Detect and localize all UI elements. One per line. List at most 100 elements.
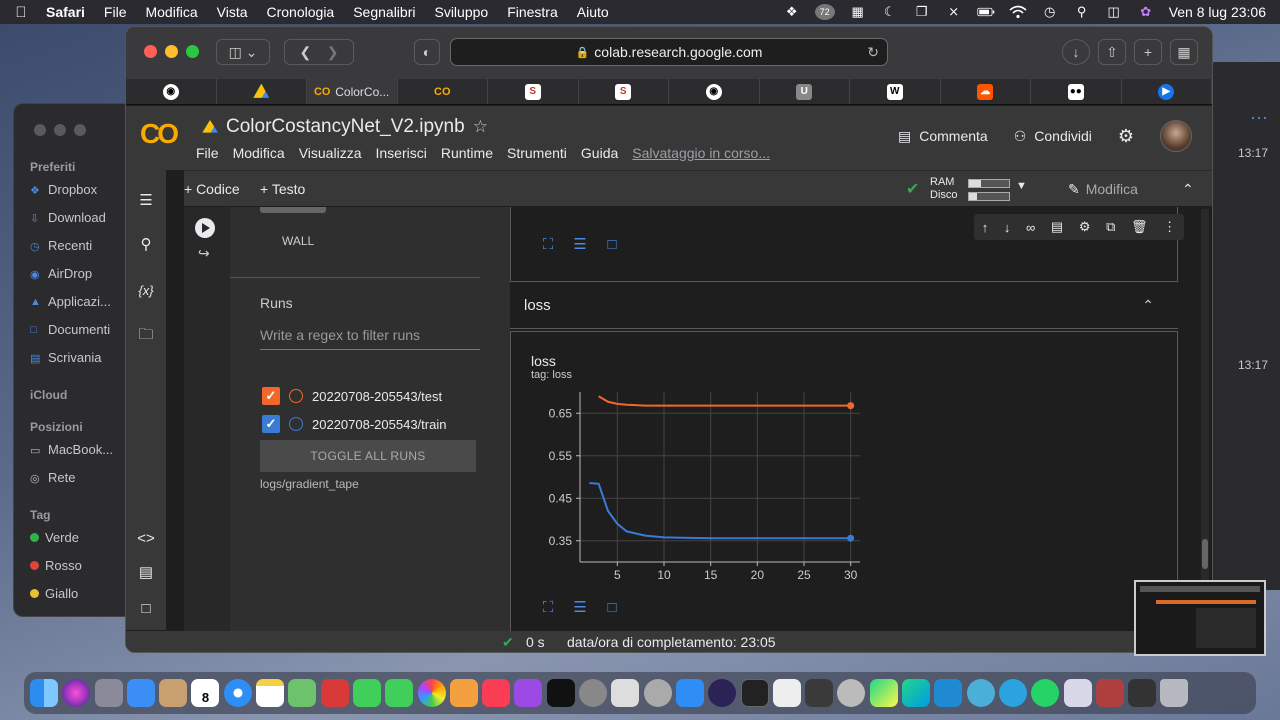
menu-segnalibri[interactable]: Segnalibri [353,4,415,20]
menubar-clock[interactable]: Ven 8 lug 23:06 [1169,4,1266,20]
table-of-contents-icon[interactable]: ☰ [136,190,156,210]
resource-labels[interactable]: RAM Disco [930,176,958,202]
tab-play[interactable]: ▶ [1122,79,1212,104]
finder-item-scrivania[interactable]: ▤ Scrivania [30,350,101,365]
siri-app-icon[interactable] [62,679,91,707]
disk-utility-app-icon[interactable] [643,679,672,707]
maps-app-icon[interactable] [288,679,317,707]
battery-icon[interactable] [977,5,995,19]
slider-track[interactable] [260,207,326,213]
chevron-up-icon[interactable]: ⌃ [1142,297,1154,314]
output-redirect-icon[interactable]: ↪ [198,245,210,262]
finder-tag-rosso[interactable]: Rosso [30,558,82,573]
sidebar-toggle-button[interactable]: ◫ ⌄ [216,39,270,65]
share-button[interactable]: ⇧ [1098,39,1126,65]
privacy-shield-button[interactable]: ◐ [414,39,440,65]
back-forward-buttons[interactable]: ❮ ❯ [284,39,354,65]
settings-gear-icon[interactable]: ⚙ [1079,219,1091,235]
finder-item-download[interactable]: ⇩ Download [30,210,106,225]
trash-icon[interactable] [1160,679,1189,707]
dropbox-icon[interactable]: ❖ [783,4,801,19]
eye-app-icon[interactable] [966,679,995,707]
zoom-button[interactable] [186,45,199,58]
caret-down-icon[interactable]: ▼ [1016,180,1027,192]
sublime-app-icon[interactable] [805,679,834,707]
tab-u[interactable]: U [760,79,850,104]
finder-app-icon[interactable] [30,679,58,707]
command-palette-icon[interactable]: ▤ [136,562,156,582]
tab-overview-button[interactable]: ▦ [1170,39,1198,65]
finder-item-macbook[interactable]: ▭ MacBook... [30,442,113,457]
ssh-app-icon[interactable] [1063,679,1092,707]
finder-item-airdrop[interactable]: ◉ AirDrop [30,266,92,281]
tab-drive[interactable] [217,79,307,104]
menu-file[interactable]: File [196,145,219,161]
menu-inserisci[interactable]: Inserisci [375,145,426,161]
pycharm-app-icon[interactable] [869,679,898,707]
tab-colab-active[interactable]: CO ColorCo... [307,79,398,104]
preview-app-icon[interactable] [611,679,640,707]
wifi-icon[interactable] [1009,5,1027,19]
spotlight-icon[interactable]: ⚲ [1073,4,1091,19]
finder-tag-verde[interactable]: Verde [30,530,79,545]
share-button[interactable]: ⚇ Condividi [1014,128,1092,145]
notes-app-icon[interactable] [256,679,285,707]
menu-app-name[interactable]: Safari [46,4,85,20]
tab-scholar[interactable]: S [488,79,579,104]
run-color-circle[interactable] [289,417,303,431]
finder-item-dropbox[interactable]: ❖ Dropbox [30,182,97,197]
scrollbar-thumb[interactable] [1202,539,1208,569]
safari-app-icon[interactable] [223,679,252,707]
menu-guida[interactable]: Guida [581,145,618,161]
music-app-icon[interactable] [482,679,511,707]
photos-app-icon[interactable] [417,679,446,707]
time-machine-icon[interactable]: ◷ [1041,4,1059,19]
scrollbar[interactable] [1201,209,1209,629]
finder-item-rete[interactable]: ◎ Rete [30,470,75,485]
tab-github[interactable]: ◉ [126,79,217,104]
pages-app-icon[interactable] [449,679,478,707]
tab-github-2[interactable]: ◉ [669,79,760,104]
recent-document-icon[interactable] [1095,679,1124,707]
contacts-app-icon[interactable] [159,679,188,707]
add-text-button[interactable]: + Testo [260,181,305,197]
finder-item-recenti[interactable]: ◷ Recenti [30,238,92,253]
menu-modifica[interactable]: Modifica [233,145,285,161]
finder-tag-giallo[interactable]: Giallo [30,586,78,601]
menu-sviluppo[interactable]: Sviluppo [434,4,488,20]
run-row-train[interactable]: ✓ 20220708-205543/train [262,415,446,433]
appletv-app-icon[interactable] [546,679,575,707]
data-table-icon[interactable]: ☰ [571,598,589,616]
checkbox-checked[interactable]: ✓ [262,415,280,433]
mail-app-icon[interactable] [126,679,155,707]
app-store-app-icon[interactable] [675,679,704,707]
mirror-cell-icon[interactable]: ⧉ [1106,219,1115,235]
loss-chart[interactable]: 5 10 15 20 25 30 0.35 0.45 0.55 0.65 [525,384,885,594]
runs-filter-input[interactable]: Write a regex to filter runs [260,327,480,350]
drive-icon[interactable] [202,120,218,133]
system-preferences-app-icon[interactable] [579,679,608,707]
fullscreen-icon[interactable]: ⛶ [539,235,557,253]
chevron-up-icon[interactable]: ⌃ [1182,181,1194,198]
menu-strumenti[interactable]: Strumenti [507,145,567,161]
trash-icon[interactable]: 🗑 [1131,219,1148,235]
chevron-left-icon[interactable]: ❮ [299,44,311,61]
loss-section-header[interactable]: loss ⌃ [510,285,1178,329]
podcasts-app-icon[interactable] [514,679,543,707]
edit-mode-button[interactable]: ✎ Modifica [1068,181,1138,198]
vscode-app-icon[interactable] [934,679,963,707]
bluetooth-icon[interactable]: ⨯ [945,4,963,19]
close-button[interactable] [144,45,157,58]
badge-icon[interactable]: 72 [814,4,835,20]
wall-option[interactable]: WALL [282,234,314,248]
fullscreen-icon[interactable]: ⛶ [539,598,557,616]
screenshot-preview-thumbnail[interactable] [1134,580,1266,656]
run-row-test[interactable]: ✓ 20220708-205543/test [262,387,442,405]
more-icon[interactable]: ⋯ [1250,108,1268,129]
whatsapp-app-icon[interactable] [1031,679,1060,707]
address-bar[interactable]: 🔒 colab.research.google.com ↻ [450,38,888,66]
moon-icon[interactable]: ☾ [881,4,899,19]
tab-colab[interactable]: CO [398,79,488,104]
tab-medium[interactable]: ●● [1031,79,1122,104]
checkbox-checked[interactable]: ✓ [262,387,280,405]
